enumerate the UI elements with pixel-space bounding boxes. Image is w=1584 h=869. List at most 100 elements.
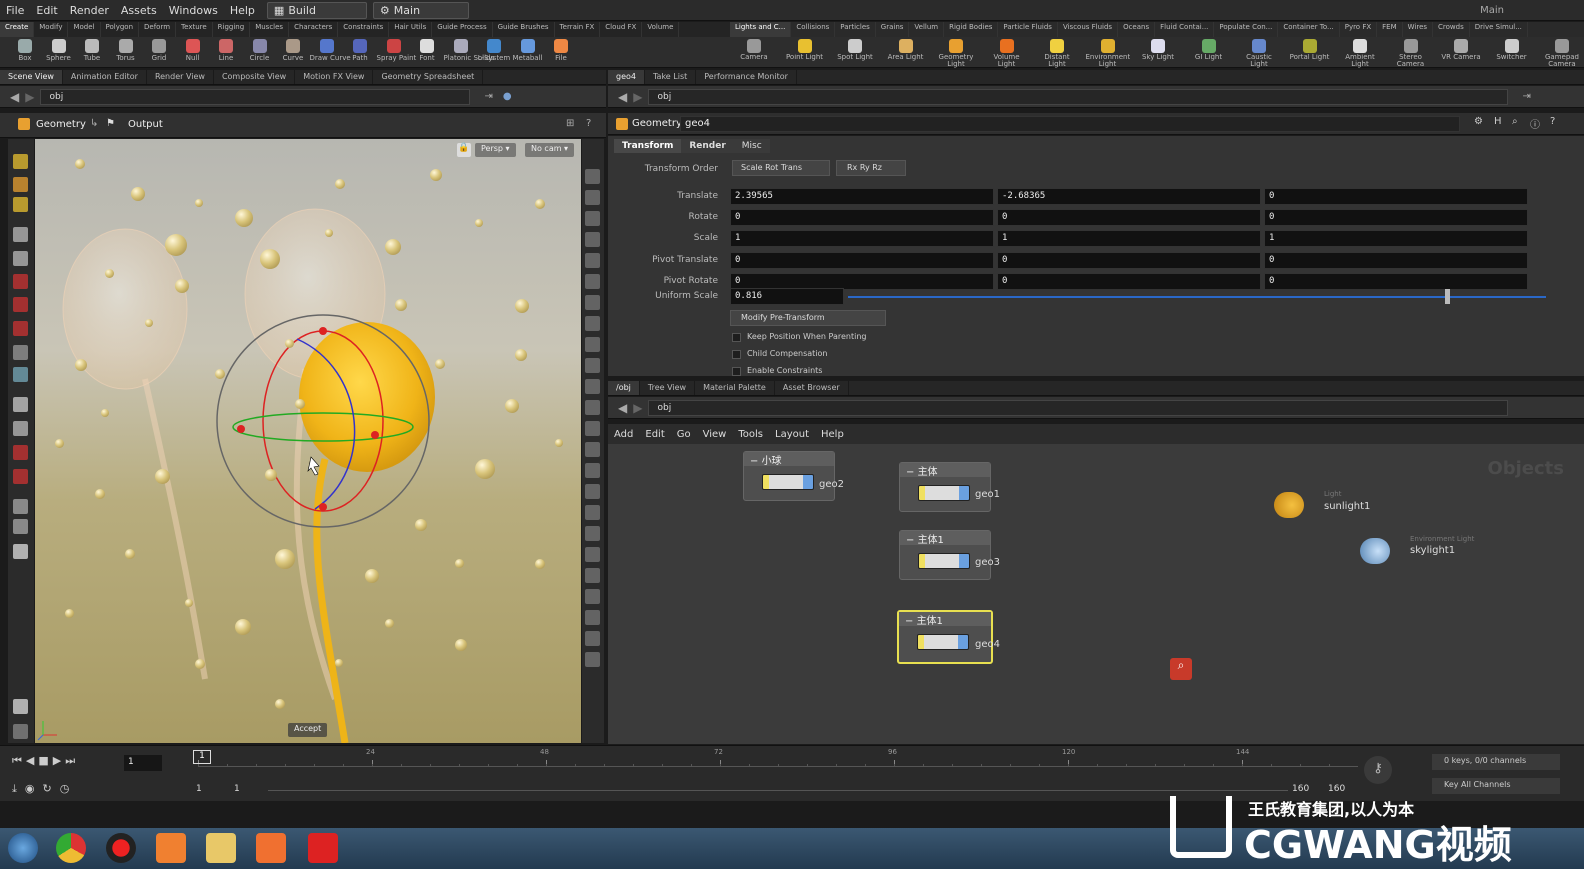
playhead[interactable]: 1 (193, 750, 211, 764)
info-icon[interactable]: ⓘ (1530, 116, 1540, 131)
tool-button[interactable]: Font (410, 38, 444, 62)
display-option-icon[interactable] (585, 190, 600, 205)
shelf-tab[interactable]: Viscous Fluids (1058, 22, 1119, 37)
pin-icon[interactable]: ⇥ (484, 91, 492, 102)
shelf-tab[interactable]: Lights and C... (730, 22, 792, 37)
camera-menu[interactable]: No cam ▾ (525, 143, 575, 157)
menu-edit[interactable]: Edit (30, 4, 63, 17)
menu-help[interactable]: Help (224, 4, 261, 17)
timeline-ruler[interactable]: 24 48 72 96 120 144 (198, 748, 1358, 767)
node-name[interactable]: geo2 (819, 479, 844, 490)
shelf-tab[interactable]: Vellum (909, 22, 945, 37)
shelf-tab[interactable]: Populate Con... (1214, 22, 1279, 37)
shelf-tab[interactable]: Hair Utils (389, 22, 433, 37)
viewport-tool-icon[interactable] (13, 274, 28, 289)
node-geo3[interactable]: − 主体1 (899, 530, 991, 580)
step-back-icon[interactable]: ◀ (26, 754, 34, 768)
shelf-tab[interactable]: Modify (34, 22, 69, 37)
handle-dot[interactable] (237, 425, 245, 433)
uniform-scale-slider-knob[interactable] (1445, 289, 1451, 304)
network-menu-layout[interactable]: Layout (769, 429, 815, 440)
display-option-icon[interactable] (585, 295, 600, 310)
forward-arrow-icon[interactable]: ▶ (633, 401, 642, 415)
menu-file[interactable]: File (0, 4, 30, 17)
tool-button[interactable]: GI Light (1187, 38, 1231, 68)
jump-start-icon[interactable]: ⏮ (12, 754, 22, 768)
uniform-scale-field[interactable]: 0.816 (730, 288, 844, 305)
shelf-tab[interactable]: Grains (876, 22, 910, 37)
shelf-tab[interactable]: Terrain FX (555, 22, 601, 37)
shelf-tab[interactable]: Model (68, 22, 101, 37)
shelf-tab[interactable]: Deform (139, 22, 177, 37)
tool-button[interactable]: Point Light (783, 38, 827, 68)
network-editor[interactable]: Objects − 小球 geo2 − 主体 geo1 − 主体1 geo3 −… (608, 444, 1584, 744)
handle-dot[interactable] (371, 431, 379, 439)
param-field[interactable]: 0 (730, 209, 994, 226)
viewport-tool-icon[interactable] (13, 321, 28, 336)
loop-icon[interactable]: ↻ (42, 782, 51, 796)
node-geo2[interactable]: − 小球 (743, 451, 835, 501)
node-geo4-selected[interactable]: − 主体1 (897, 610, 993, 664)
snap-icon[interactable]: ⊞ (566, 118, 574, 129)
display-option-icon[interactable] (585, 400, 600, 415)
main-dropdown[interactable]: ⚙ Main (372, 1, 469, 19)
node-name[interactable]: geo4 (975, 639, 1000, 650)
tool-button[interactable]: Ambient Light (1338, 38, 1382, 68)
tool-button[interactable]: Null (176, 38, 210, 62)
start-icon[interactable] (8, 833, 38, 863)
tool-button[interactable]: Area Light (884, 38, 928, 68)
menu-windows[interactable]: Windows (163, 4, 224, 17)
display-option-icon[interactable] (585, 421, 600, 436)
light-name[interactable]: skylight1 (1410, 545, 1455, 556)
viewport-tool-icon[interactable] (13, 345, 28, 360)
shelf-tab[interactable]: Cloud FX (600, 22, 643, 37)
tab-geometry-spreadsheet[interactable]: Geometry Spreadsheet (373, 70, 484, 84)
display-option-icon[interactable] (585, 442, 600, 457)
back-arrow-icon[interactable]: ◀ (10, 90, 19, 104)
range-end-field[interactable]: 160 (1292, 784, 1309, 794)
tab-render[interactable]: Render (681, 139, 734, 153)
display-option-icon[interactable] (585, 358, 600, 373)
shelf-tab[interactable]: Rigging (213, 22, 251, 37)
display-option-icon[interactable] (585, 526, 600, 541)
file-explorer-icon[interactable] (206, 833, 236, 863)
viewport-tool-icon[interactable] (13, 177, 28, 192)
param-field[interactable]: 0 (1264, 209, 1528, 226)
tool-button[interactable]: Geometry Light (934, 38, 978, 68)
child-compensation-checkbox[interactable] (732, 350, 741, 359)
key-all-channels-dropdown[interactable]: Key All Channels (1432, 778, 1560, 794)
network-menu-tools[interactable]: Tools (732, 429, 769, 440)
shelf-tab[interactable]: FEM (1377, 22, 1403, 37)
param-field[interactable]: 0 (730, 252, 994, 269)
shelf-tab[interactable]: Particle Fluids (998, 22, 1058, 37)
houdini-icon[interactable] (256, 833, 286, 863)
tab-transform[interactable]: Transform (614, 139, 682, 153)
viewport-tool-icon[interactable] (13, 397, 28, 412)
view-options-icon[interactable]: ● (503, 91, 512, 102)
shelf-tab[interactable]: Wires (1403, 22, 1434, 37)
search-icon[interactable]: ⌕ (1512, 116, 1518, 127)
tab-misc[interactable]: Misc (733, 139, 770, 153)
youdao-icon[interactable] (308, 833, 338, 863)
shelf-tab[interactable]: Rigid Bodies (944, 22, 999, 37)
current-frame-field[interactable]: 1 (124, 755, 162, 771)
display-option-icon[interactable] (585, 232, 600, 247)
range-end-field-2[interactable]: 160 (1328, 784, 1345, 794)
viewport-tool-icon[interactable] (13, 699, 28, 714)
tab-tree-view[interactable]: Tree View (640, 381, 696, 395)
node-name-field[interactable]: geo4 (680, 116, 1460, 132)
uniform-scale-slider-track[interactable] (848, 296, 1546, 298)
display-option-icon[interactable] (585, 631, 600, 646)
tool-button[interactable]: Camera (732, 38, 776, 68)
param-field[interactable]: 1 (730, 230, 994, 247)
light-name[interactable]: sunlight1 (1324, 501, 1370, 512)
display-option-icon[interactable] (585, 463, 600, 478)
viewport-tool-icon[interactable] (13, 421, 28, 436)
tab-material-palette[interactable]: Material Palette (695, 381, 775, 395)
tab-asset-browser[interactable]: Asset Browser (775, 381, 849, 395)
menu-assets[interactable]: Assets (115, 4, 163, 17)
handle-dot[interactable] (319, 503, 327, 511)
shelf-tab[interactable]: Fluid Contai... (1155, 22, 1215, 37)
display-option-icon[interactable] (585, 568, 600, 583)
recorder-icon[interactable] (106, 833, 136, 863)
